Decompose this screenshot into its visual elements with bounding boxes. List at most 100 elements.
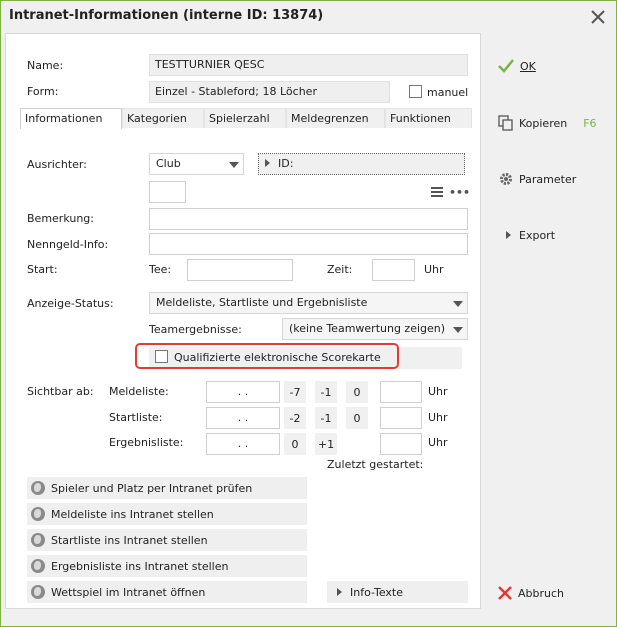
triangle-right-icon	[506, 231, 511, 239]
tab-bar: Informationen Kategorien Spielerzahl Mel…	[20, 108, 472, 129]
globe-icon	[31, 533, 45, 547]
meldeliste-offset-button[interactable]: -7	[284, 381, 306, 403]
anzeige-status-dropdown[interactable]: Meldeliste, Startliste und Ergebnisliste	[149, 292, 468, 314]
menu-icon[interactable]	[430, 186, 444, 198]
meldeliste-time-input[interactable]	[380, 381, 422, 403]
ausrichter-code-input[interactable]	[149, 181, 186, 203]
ergebnisliste-intranet-button[interactable]: Ergebnisliste ins Intranet stellen	[27, 555, 307, 577]
dialog-window: Intranet-Informationen (interne ID: 1387…	[0, 0, 617, 627]
abbruch-button[interactable]: Abbruch	[498, 582, 564, 604]
export-button[interactable]: Export	[506, 224, 555, 246]
start-label: Start:	[27, 263, 58, 276]
tee-label: Tee:	[149, 263, 172, 276]
action-label: Ergebnisliste ins Intranet stellen	[51, 559, 229, 573]
anzeige-status-value: Meldeliste, Startliste und Ergebnisliste	[156, 296, 368, 309]
manuel-label: manuel	[427, 86, 469, 99]
tab-spielerzahl[interactable]: Spielerzahl	[204, 108, 286, 128]
scorekarte-label: Qualifizierte elektronische Scorekarte	[174, 351, 381, 364]
zeit-input[interactable]	[372, 259, 415, 281]
name-field[interactable]: TESTTURNIER QESC	[149, 54, 468, 76]
ergebnisliste-offset-button[interactable]: +1	[315, 433, 337, 455]
main-panel: Name: TESTTURNIER QESC Form: Einzel - St…	[5, 33, 481, 609]
export-label: Export	[519, 228, 556, 242]
check-icon	[498, 59, 514, 73]
info-texte-label: Info-Texte	[350, 585, 403, 599]
chevron-down-icon	[229, 162, 239, 168]
tab-informationen[interactable]: Informationen	[20, 108, 122, 129]
startliste-offset-button[interactable]: -2	[284, 407, 306, 429]
meldeliste-uhr-label: Uhr	[428, 385, 448, 398]
zuletzt-gestartet-label: Zuletzt gestartet:	[327, 458, 424, 471]
startliste-time-input[interactable]	[380, 407, 422, 429]
triangle-right-icon	[265, 159, 270, 167]
ok-button[interactable]: OK	[498, 55, 536, 77]
spieler-platz-pruefen-button[interactable]: Spieler und Platz per Intranet prüfen	[27, 477, 307, 499]
globe-icon	[31, 585, 45, 599]
chevron-down-icon	[453, 301, 463, 307]
gear-icon	[500, 173, 512, 185]
ausrichter-dropdown[interactable]: Club	[149, 153, 244, 175]
title-bar: Intranet-Informationen (interne ID: 1387…	[1, 1, 616, 32]
nenngeld-input[interactable]	[149, 233, 468, 255]
ausrichter-value: Club	[156, 157, 181, 170]
action-sidebar: OK Kopieren F6 Parameter Export Abbruch	[482, 33, 614, 609]
form-label: Form:	[27, 85, 59, 98]
tab-kategorien[interactable]: Kategorien	[122, 108, 204, 128]
action-label: Spieler und Platz per Intranet prüfen	[51, 481, 253, 495]
globe-icon	[31, 507, 45, 521]
tab-funktionen[interactable]: Funktionen	[385, 108, 472, 128]
zeit-uhr-label: Uhr	[424, 263, 444, 276]
ok-label: OK	[520, 59, 536, 73]
close-icon	[591, 10, 605, 24]
ausrichter-label: Ausrichter:	[27, 158, 87, 171]
meldeliste-date-input[interactable]: . .	[206, 381, 280, 403]
zeit-label: Zeit:	[327, 263, 353, 276]
startliste-offset-button[interactable]: -1	[315, 407, 337, 429]
ergebnisliste-uhr-label: Uhr	[428, 436, 448, 449]
abbruch-label: Abbruch	[518, 586, 565, 600]
kopieren-shortcut: F6	[583, 116, 597, 130]
more-options-icon[interactable]: •••	[449, 186, 470, 199]
kopieren-label: Kopieren	[519, 116, 568, 130]
meldeliste-intranet-button[interactable]: Meldeliste ins Intranet stellen	[27, 503, 307, 525]
ergebnisliste-time-input[interactable]	[380, 433, 422, 455]
team-dropdown[interactable]: (keine Teamwertung zeigen)	[282, 318, 468, 340]
meldeliste-offset-button[interactable]: 0	[346, 381, 368, 403]
startliste-label: Startliste:	[109, 411, 163, 424]
meldeliste-offset-button[interactable]: -1	[315, 381, 337, 403]
triangle-right-icon	[337, 588, 342, 596]
sichtbar-label: Sichtbar ab:	[27, 385, 94, 398]
form-field[interactable]: Einzel - Stableford; 18 Löcher	[149, 81, 390, 103]
tee-input[interactable]	[187, 259, 293, 281]
name-label: Name:	[27, 59, 64, 72]
team-label: Teamergebnisse:	[149, 323, 242, 336]
manuel-checkbox[interactable]	[409, 85, 422, 98]
startliste-offset-button[interactable]: 0	[346, 407, 368, 429]
id-label: ID:	[278, 157, 294, 170]
tab-meldegrenzen[interactable]: Meldegrenzen	[286, 108, 385, 128]
kopieren-button[interactable]: Kopieren F6	[498, 112, 597, 134]
parameter-button[interactable]: Parameter	[498, 168, 576, 190]
ergebnisliste-date-input[interactable]: . .	[206, 433, 280, 455]
action-label: Startliste ins Intranet stellen	[51, 533, 208, 547]
ergebnisliste-offset-button[interactable]: 0	[284, 433, 306, 455]
bemerkung-input[interactable]	[149, 208, 468, 230]
ergebnisliste-label: Ergebnisliste:	[109, 436, 184, 449]
copy-icon	[498, 115, 513, 131]
scorekarte-checkbox[interactable]	[155, 350, 168, 363]
meldeliste-label: Meldeliste:	[109, 385, 169, 398]
info-texte-button[interactable]: Info-Texte	[327, 581, 468, 603]
cancel-x-icon	[498, 586, 512, 600]
anzeige-status-label: Anzeige-Status:	[27, 297, 114, 310]
startliste-date-input[interactable]: . .	[206, 407, 280, 429]
id-selector[interactable]: ID:	[258, 153, 465, 175]
chevron-down-icon	[453, 327, 463, 333]
startliste-intranet-button[interactable]: Startliste ins Intranet stellen	[27, 529, 307, 551]
team-value: (keine Teamwertung zeigen)	[289, 322, 446, 335]
parameter-label: Parameter	[519, 172, 577, 186]
wettspiel-oeffnen-button[interactable]: Wettspiel im Intranet öffnen	[27, 581, 307, 603]
action-label: Meldeliste ins Intranet stellen	[51, 507, 214, 521]
bemerkung-label: Bemerkung:	[27, 212, 94, 225]
close-button[interactable]	[585, 5, 611, 29]
nenngeld-label: Nenngeld-Info:	[27, 238, 109, 251]
